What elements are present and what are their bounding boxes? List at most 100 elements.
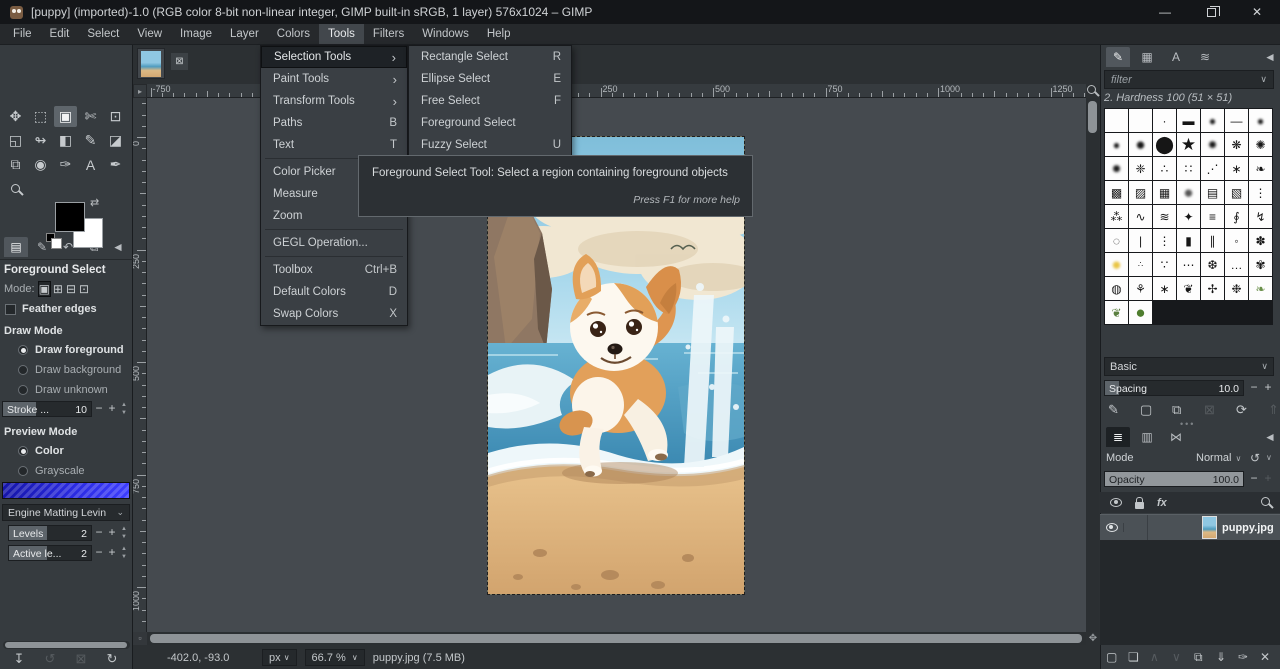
brush-swatch[interactable]: ⋯ [1177, 253, 1200, 276]
brush-swatch[interactable]: ▦ [1153, 181, 1176, 204]
brush-swatch[interactable]: | [1129, 229, 1152, 252]
engine-select[interactable]: Engine Matting Levin ⌄ [2, 504, 130, 521]
menubar-item-select[interactable]: Select [78, 24, 128, 44]
brush-swatch[interactable]: ❆ [1201, 253, 1224, 276]
brush-swatch[interactable]: ∿ [1129, 205, 1152, 228]
brush-swatch[interactable]: ∵ [1153, 253, 1176, 276]
canvas-horizontal-scrollbar[interactable] [147, 632, 1086, 645]
fx-icon[interactable]: fx [1157, 497, 1167, 509]
image-tab[interactable] [137, 48, 165, 79]
stroke-width-slider[interactable]: Stroke ... 10 [2, 401, 92, 417]
levels-decrease-button[interactable]: − [93, 525, 105, 541]
tool-paths[interactable]: ✑ [54, 154, 77, 175]
tool-options-scrollbar[interactable] [3, 641, 130, 649]
layers-tab-paths[interactable]: ⋈ [1164, 427, 1188, 447]
spacing-slider[interactable]: Spacing 10.0 [1104, 380, 1244, 396]
layers-tab-collapse[interactable]: ◄ [1258, 427, 1280, 447]
duplicate-brush-button[interactable]: ⧉ [1172, 402, 1181, 418]
brush-swatch[interactable]: ❧ [1249, 277, 1272, 300]
brush-swatch[interactable]: · [1153, 109, 1176, 132]
brushes-tab-collapse[interactable]: ◄ [1258, 47, 1280, 67]
menu-item-transform-tools[interactable]: Transform Tools › [261, 90, 407, 112]
brush-swatch[interactable]: ≋ [1153, 205, 1176, 228]
brush-swatch[interactable]: ▬ [1177, 109, 1200, 132]
brush-swatch[interactable]: ◍ [1105, 277, 1128, 300]
tool-bucket-fill[interactable]: ◧ [54, 130, 77, 151]
reset-mode-icon[interactable]: ↺ [1250, 451, 1260, 465]
brush-swatch[interactable]: ❧ [1249, 157, 1272, 180]
opacity-slider[interactable]: Opacity 100.0 [1104, 471, 1244, 487]
brush-swatch[interactable]: ∥ [1201, 229, 1224, 252]
brush-swatch[interactable]: ❦ [1105, 301, 1128, 324]
layer-mode-select[interactable]: Normal ∨ [1196, 452, 1241, 464]
zoom-ruler-icon[interactable] [1087, 85, 1096, 97]
restore-tool-preset-button[interactable]: ↺ [41, 651, 59, 667]
search-layers-icon[interactable] [1261, 496, 1270, 509]
layer-list-empty[interactable] [1100, 541, 1280, 645]
merge-layer-button[interactable]: ⇓ [1216, 650, 1226, 664]
menu-item-paths[interactable]: Paths B [261, 112, 407, 134]
menubar-item-file[interactable]: File [4, 24, 41, 44]
draw-mode-draw-background[interactable]: Draw background [18, 364, 121, 376]
feather-edges-checkbox[interactable] [5, 303, 16, 315]
brush-swatch[interactable]: ∗ [1225, 157, 1248, 180]
brush-swatch[interactable]: ◌ [1105, 229, 1128, 252]
menubar-item-view[interactable]: View [128, 24, 171, 44]
brush-group-select[interactable]: Basic ∨ [1104, 357, 1274, 376]
new-brush-button[interactable]: ▢ [1140, 402, 1152, 418]
menu-item-text[interactable]: Text T [261, 134, 407, 156]
delete-layer-button[interactable]: ✕ [1260, 650, 1270, 664]
submenu-item-free-select[interactable]: Free Select F [409, 90, 571, 112]
edit-brush-button[interactable]: ✎ [1108, 402, 1119, 418]
layer-link-cell[interactable] [1124, 515, 1148, 540]
active-levels-slider[interactable]: Active le... 2 [8, 545, 92, 561]
save-tool-preset-button[interactable]: ↧ [10, 651, 28, 667]
brush-swatch[interactable]: ⁂ [1105, 205, 1128, 228]
brush-swatch[interactable]: ● [1129, 133, 1152, 156]
brush-swatch[interactable]: ▧ [1225, 181, 1248, 204]
stroke-spinner[interactable]: ▲ ▼ [120, 401, 128, 417]
preview-mode-grayscale[interactable]: Grayscale [18, 465, 85, 477]
brush-swatch[interactable]: ∮ [1225, 205, 1248, 228]
menubar-item-edit[interactable]: Edit [41, 24, 79, 44]
anchor-layer-button[interactable]: ✑ [1238, 650, 1248, 664]
tool-clone[interactable]: ⧉ [4, 154, 27, 175]
brush-swatch[interactable]: ⚘ [1129, 277, 1152, 300]
brush-swatch[interactable]: ● [1105, 253, 1128, 276]
tool-options-scrollbar-thumb[interactable] [5, 642, 127, 648]
mode-subtract-icon[interactable]: ⊟ [66, 282, 76, 296]
submenu-item-foreground-select[interactable]: Foreground Select [409, 112, 571, 134]
tool-text[interactable]: A [79, 154, 102, 175]
new-layer-button[interactable]: ▢ [1106, 650, 1117, 664]
menubar-item-tools[interactable]: Tools [319, 24, 364, 44]
brush-swatch[interactable]: ★ [1177, 133, 1200, 156]
swap-colors-icon[interactable]: ⇄ [90, 196, 99, 209]
brush-swatch[interactable]: ❋ [1225, 133, 1248, 156]
open-brush-as-image-button[interactable]: ⇑ [1268, 402, 1279, 418]
brushes-tab-patterns[interactable]: ▦ [1135, 47, 1159, 67]
visibility-eye-icon[interactable] [1110, 498, 1122, 507]
brush-swatch[interactable]: ◦ [1225, 229, 1248, 252]
canvas-vertical-scrollbar[interactable] [1086, 98, 1099, 632]
stroke-increase-button[interactable]: + [106, 401, 118, 417]
toolbox-tab-tool-options[interactable]: ▤ [4, 237, 28, 257]
brush-swatch[interactable]: ∴ [1153, 157, 1176, 180]
tool-move[interactable]: ✥ [4, 106, 27, 127]
image-tab-close-button[interactable]: ⊠ [171, 53, 188, 70]
brush-swatch[interactable]: ▨ [1129, 181, 1152, 204]
menu-item-paint-tools[interactable]: Paint Tools › [261, 68, 407, 90]
brush-swatch[interactable]: ❉ [1225, 277, 1248, 300]
levels-spinner[interactable]: ▲ ▼ [120, 525, 128, 541]
brush-swatch[interactable]: ∗ [1153, 277, 1176, 300]
menu-item-gegl-operation-[interactable]: GEGL Operation... [261, 232, 407, 254]
raise-layer-button[interactable]: ∧ [1150, 650, 1159, 664]
brush-swatch[interactable]: ▤ [1201, 181, 1224, 204]
tool-ink[interactable]: ✒ [104, 154, 127, 175]
brush-swatch[interactable]: ✾ [1249, 253, 1272, 276]
brush-swatch[interactable]: ∷ [1177, 157, 1200, 180]
brush-swatch[interactable]: ↯ [1249, 205, 1272, 228]
brush-swatch[interactable]: ❦ [1177, 277, 1200, 300]
lower-layer-button[interactable]: ∨ [1172, 650, 1181, 664]
brush-swatch[interactable]: ✢ [1201, 277, 1224, 300]
brush-swatch[interactable]: — [1225, 109, 1248, 132]
